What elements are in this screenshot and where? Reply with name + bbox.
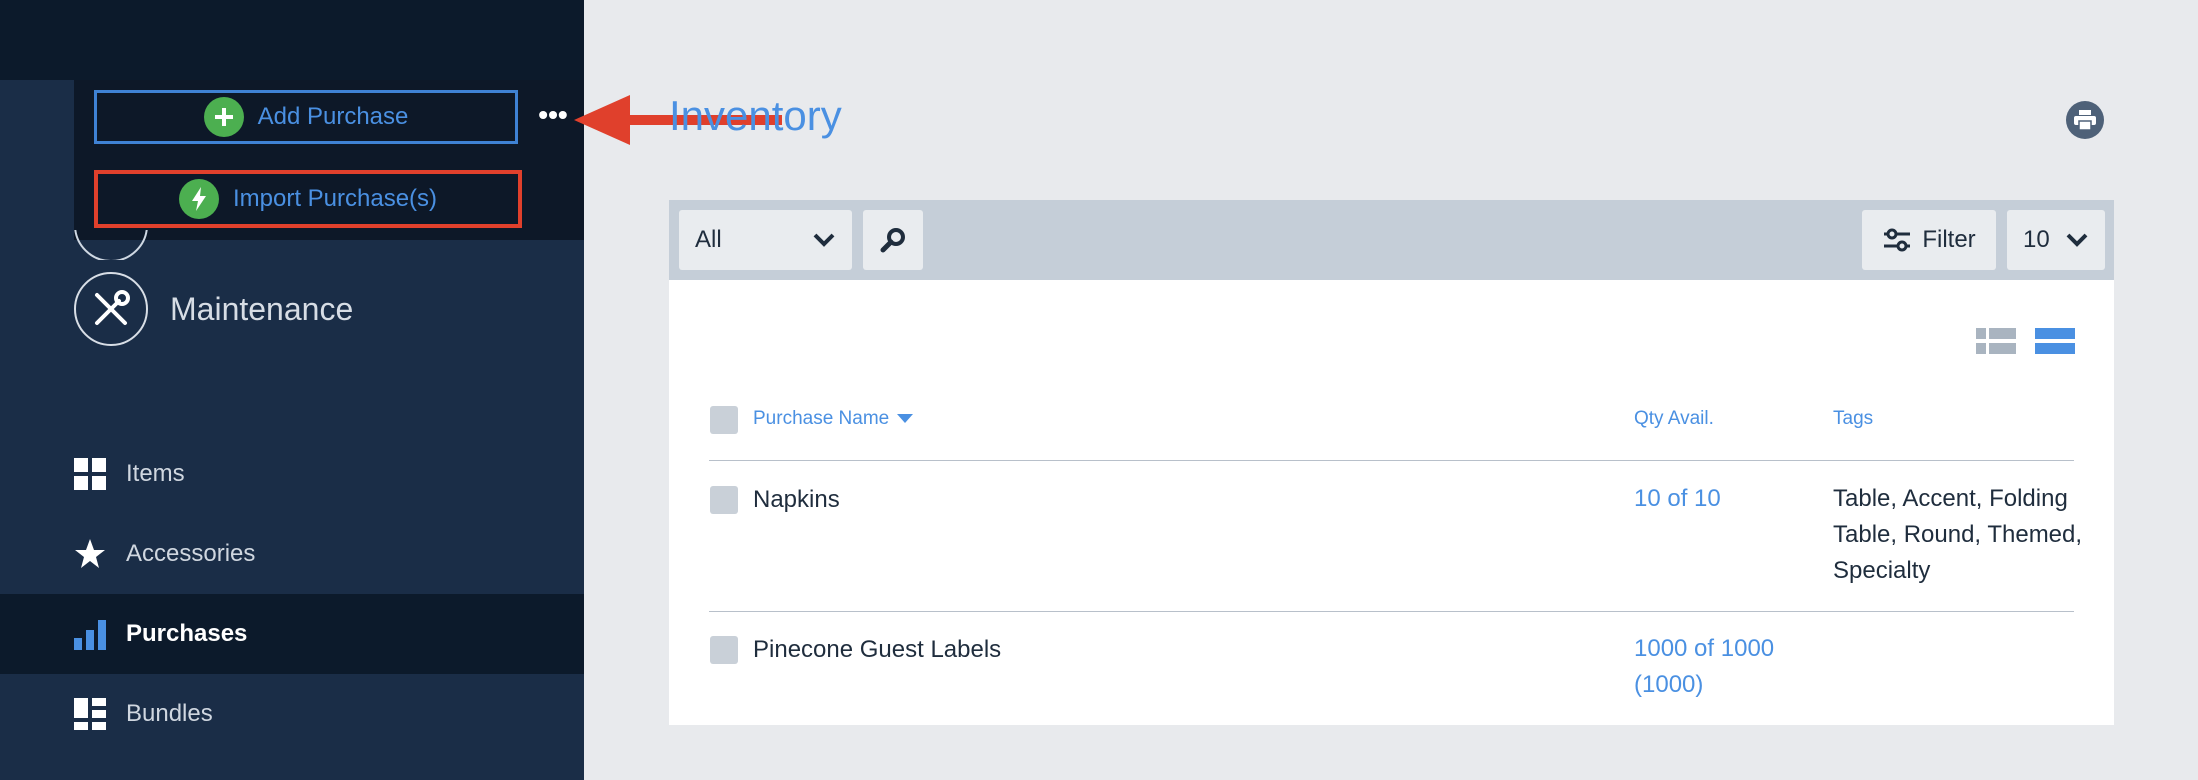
- bar-chart-icon: [74, 620, 106, 650]
- list-view-icon[interactable]: [1976, 328, 2016, 354]
- column-header-purchase-name[interactable]: Purchase Name: [753, 408, 914, 430]
- sidebar-item-items[interactable]: Items: [0, 434, 584, 514]
- tools-icon: [74, 272, 148, 346]
- row-divider: [709, 460, 2074, 461]
- row-checkbox[interactable]: [710, 486, 738, 514]
- row-checkbox[interactable]: [710, 636, 738, 664]
- more-options-icon[interactable]: •••: [538, 100, 568, 130]
- filter-label: Filter: [1922, 226, 1976, 253]
- star-icon: [75, 539, 105, 568]
- qty-available[interactable]: 10 of 10: [1634, 481, 1814, 517]
- add-purchase-button[interactable]: Add Purchase: [94, 90, 518, 144]
- maintenance-label: Maintenance: [170, 290, 354, 327]
- filter-button[interactable]: Filter: [1862, 210, 1996, 270]
- sidebar-item-maintenance[interactable]: Maintenance: [74, 272, 353, 346]
- column-header-qty[interactable]: Qty Avail.: [1634, 408, 1714, 430]
- page-size-value: 10: [2023, 226, 2050, 253]
- scope-select[interactable]: All: [679, 210, 852, 270]
- row-divider: [709, 611, 2074, 612]
- table-view-icon[interactable]: [2035, 328, 2075, 354]
- sliders-icon: [1884, 228, 1911, 252]
- plus-icon: [203, 97, 244, 137]
- scope-select-value: All: [695, 226, 722, 253]
- chevron-down-icon: [813, 233, 835, 247]
- add-purchase-label: Add Purchase: [257, 103, 409, 130]
- chevron-down-icon: [2066, 233, 2088, 247]
- partial-icon-ring: [74, 230, 148, 260]
- page-title: Inventory: [669, 92, 842, 139]
- sidebar-item-label: Accessories: [126, 540, 256, 567]
- import-purchases-label: Import Purchase(s): [232, 185, 438, 212]
- printer-icon: [2074, 110, 2096, 130]
- lightning-icon: [178, 179, 219, 219]
- grid-icon: [74, 458, 106, 490]
- page-size-select[interactable]: 10: [2007, 210, 2105, 270]
- sidebar-item-accessories[interactable]: Accessories: [0, 514, 584, 594]
- purchase-name[interactable]: Pinecone Guest Labels: [753, 636, 1001, 664]
- column-header-tags[interactable]: Tags: [1833, 408, 1873, 430]
- search-icon: [880, 228, 905, 253]
- purchase-name[interactable]: Napkins: [753, 486, 840, 514]
- column-header-label: Purchase Name: [753, 408, 890, 429]
- sidebar-item-label: Items: [126, 460, 185, 487]
- sidebar-item-bundles[interactable]: Bundles: [0, 674, 584, 754]
- tags: Table, Accent, Folding Table, Round, The…: [1833, 485, 2083, 584]
- select-all-checkbox[interactable]: [710, 406, 738, 434]
- sidebar-item-label: Bundles: [126, 700, 213, 727]
- sidebar-item-purchases[interactable]: Purchases: [0, 594, 584, 674]
- bundles-icon: [74, 698, 106, 730]
- qty-available[interactable]: 1000 of 1000 (1000): [1634, 631, 1814, 703]
- sidebar-band: [0, 0, 584, 80]
- import-purchases-button[interactable]: Import Purchase(s): [94, 170, 522, 228]
- sidebar-item-label: Purchases: [126, 620, 248, 647]
- print-button[interactable]: [2066, 101, 2104, 139]
- search-button[interactable]: [863, 210, 923, 270]
- sort-down-icon: [897, 414, 914, 423]
